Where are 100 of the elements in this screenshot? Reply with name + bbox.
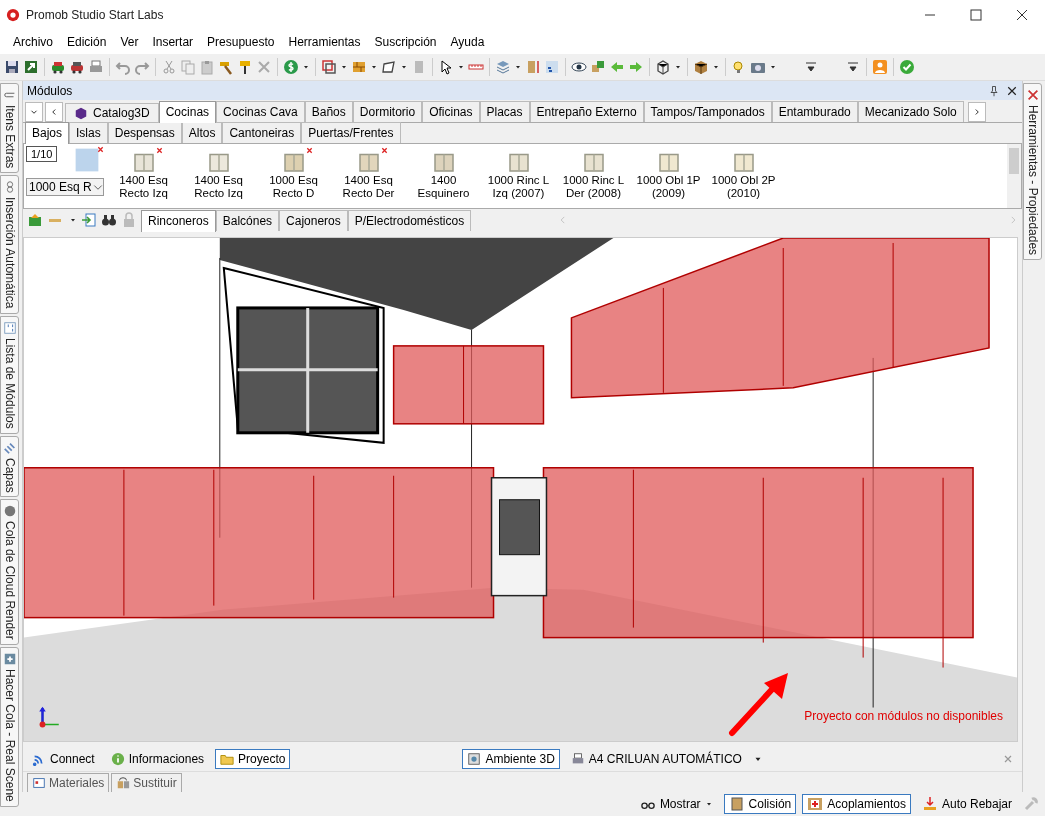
toggle-button[interactable]: Auto Rebajar — [916, 794, 1017, 814]
side-tab-label: Lista de Módulos — [2, 337, 17, 429]
scroll-left-button[interactable] — [45, 102, 63, 122]
check-icon[interactable] — [899, 59, 915, 75]
module-label[interactable]: 1000 Rinc L Izq (2007) — [481, 174, 556, 200]
cursor-icon[interactable] — [438, 59, 454, 75]
frames-icon[interactable] — [321, 59, 337, 75]
module-label[interactable]: 1000 Esq Recto D — [256, 174, 331, 200]
module-label[interactable]: 1400 Esq Recto Izq — [181, 174, 256, 200]
group-tab[interactable]: Balcónes — [215, 210, 280, 231]
view-tab[interactable]: A4 CRILUAN AUTOMÁTICO — [565, 748, 747, 769]
panel-tab[interactable]: Proyecto — [215, 748, 291, 769]
import-icon[interactable] — [81, 212, 97, 228]
menu-item[interactable]: Ayuda — [443, 33, 492, 51]
menu-item[interactable]: Ver — [113, 33, 146, 51]
car-icon[interactable] — [69, 59, 85, 75]
menu-item[interactable]: Insertar — [145, 33, 201, 51]
category-tab[interactable]: Tampos/Tamponados — [643, 101, 772, 122]
category-tab[interactable]: Entrepaño Externo — [529, 101, 644, 122]
plus-box-icon — [807, 796, 824, 812]
toggle-button[interactable]: Colisión — [723, 794, 797, 814]
close-icon[interactable] — [1014, 7, 1030, 23]
close-icon[interactable] — [1006, 84, 1018, 97]
category-tab[interactable]: Oficinas — [422, 101, 480, 122]
module-label[interactable]: 1000 Rinc L Der (2008) — [556, 174, 631, 200]
module-label[interactable]: 1400 Esquinero — [406, 174, 481, 200]
side-tab[interactable]: Capas — [0, 435, 19, 498]
dropdown-button[interactable] — [25, 102, 43, 122]
brush-icon[interactable] — [237, 59, 253, 75]
sphere-icon — [2, 504, 17, 519]
right-arrow-icon[interactable] — [628, 59, 644, 75]
box-icon[interactable] — [693, 59, 709, 75]
paste-icon[interactable] — [199, 59, 215, 75]
category-tab[interactable]: Entamburado — [771, 101, 858, 122]
cut-icon[interactable] — [161, 59, 177, 75]
module-label[interactable]: 1400 Esq Recto Izq — [106, 174, 181, 200]
menu-item[interactable]: Archivo — [6, 33, 60, 51]
group-tab[interactable]: P/Electrodomésticos — [347, 210, 472, 231]
category-tab[interactable]: Baños — [304, 101, 353, 122]
info-icon — [110, 751, 125, 766]
subcategory-tab[interactable]: Despensas — [107, 122, 182, 143]
maximize-icon[interactable] — [968, 7, 984, 23]
panel-tab[interactable]: Informaciones — [105, 748, 210, 769]
export-icon[interactable] — [23, 59, 39, 75]
cabinet-icon — [728, 796, 745, 812]
scroll-right-button[interactable] — [967, 102, 986, 122]
scrollbar[interactable] — [1007, 144, 1021, 208]
side-tab[interactable]: Hacer Cola - Real Scene — [0, 646, 19, 807]
panel-tab[interactable]: Connect — [27, 748, 100, 769]
module-label[interactable]: 1000 Obl 1P (2009) — [631, 174, 706, 200]
wrench-icon[interactable] — [1023, 796, 1039, 812]
toggle-button[interactable]: Acoplamientos — [802, 794, 911, 814]
module-dropdown[interactable]: 1000 Esq R — [26, 178, 104, 196]
subcategory-tab[interactable]: Islas — [69, 122, 108, 143]
category-tab[interactable]: Dormitorio — [352, 101, 423, 122]
subcategory-tab[interactable]: Bajos — [25, 122, 70, 144]
group-tab[interactable]: Rinconeros — [141, 210, 216, 232]
category-tab[interactable]: Mecanizado Solo — [857, 101, 964, 122]
subcategory-tab[interactable]: Cantoneiras — [222, 122, 302, 143]
category-tab[interactable]: Cocinas — [158, 101, 217, 123]
shape-icon[interactable] — [381, 59, 397, 75]
side-tab[interactable]: Inserción Automática — [0, 175, 19, 314]
cube-icon[interactable] — [655, 59, 671, 75]
group-tab[interactable]: Cajoneros — [279, 210, 348, 231]
side-tab[interactable]: Itens Extras — [0, 83, 19, 174]
side-tab[interactable]: Herramientas - Propiedades — [1023, 83, 1042, 261]
category-tab[interactable]: Cocinas Cava — [216, 101, 305, 122]
user-icon[interactable] — [872, 59, 888, 75]
door-icon[interactable] — [525, 59, 541, 75]
module-label[interactable]: 1000 Obl 2P (2010) — [706, 174, 781, 200]
panel-tab[interactable]: Materiales — [27, 773, 110, 792]
module-label[interactable]: 1400 Esq Recto Der — [331, 174, 406, 200]
menu-item[interactable]: Presupuesto — [200, 33, 282, 51]
side-tab-label: Inserción Automática — [2, 197, 17, 309]
copy-icon[interactable] — [180, 59, 196, 75]
left-arrow-icon[interactable] — [609, 59, 625, 75]
panel-tab[interactable]: Sustituir — [111, 773, 182, 792]
menu-item[interactable]: Suscripción — [367, 33, 444, 51]
catalog-tab[interactable]: Catalog3D — [65, 103, 159, 122]
subcategory-tab[interactable]: Puertas/Frentes — [301, 122, 401, 143]
side-tab[interactable]: Cola de Cloud Render — [0, 499, 19, 645]
eye-icon[interactable] — [571, 59, 587, 75]
page-indicator: 1/10 — [26, 146, 58, 162]
binoculars-icon[interactable] — [101, 212, 117, 228]
car-icon[interactable] — [50, 59, 66, 75]
save-icon[interactable] — [4, 59, 20, 75]
dollar-icon[interactable] — [283, 59, 299, 75]
show-dropdown[interactable]: Mostrar — [634, 795, 718, 813]
side-tab[interactable]: Lista de Módulos — [0, 315, 19, 434]
undo-icon[interactable] — [115, 59, 131, 75]
layers-icon[interactable] — [495, 59, 511, 75]
menu-item[interactable]: Herramientas — [281, 33, 368, 51]
bricks-icon[interactable] — [351, 59, 367, 75]
menu-item[interactable]: Edición — [60, 33, 114, 51]
pin-icon[interactable] — [988, 84, 1000, 97]
redo-icon[interactable] — [134, 59, 150, 75]
category-tab[interactable]: Placas — [479, 101, 530, 122]
hammer-icon[interactable] — [218, 59, 234, 75]
view-tab[interactable]: Ambiente 3D — [462, 748, 560, 769]
up-folder-icon[interactable] — [27, 212, 43, 228]
